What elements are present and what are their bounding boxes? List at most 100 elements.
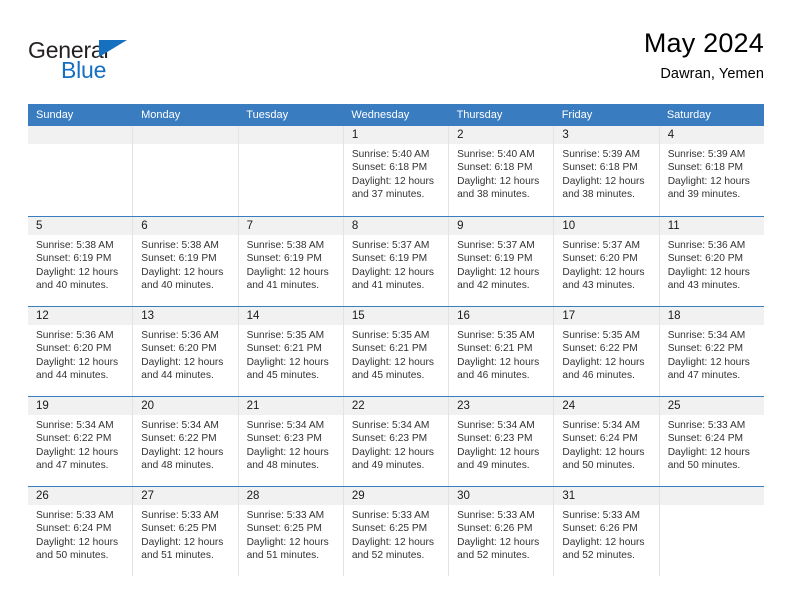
weekday-header-row: Sunday Monday Tuesday Wednesday Thursday… [28,104,764,126]
calendar-week-row: 5 Sunrise: 5:38 AM Sunset: 6:19 PM Daylight… [28,216,764,306]
day-number: 26 [28,487,133,505]
daylight-duration-line2: and 51 minutes. [246,550,320,562]
sunset-time: Sunset: 6:19 PM [457,253,533,265]
day-number: 24 [554,397,659,415]
daylight-duration-line2: and 38 minutes. [562,189,635,201]
daylight-duration-line1: Daylight: 12 hours [562,536,645,548]
sunset-time: Sunset: 6:20 PM [667,253,744,265]
calendar-day-cell[interactable]: 13 Sunrise: 5:36 AM Sunset: 6:20 PM Dayligh… [133,307,239,396]
daylight-duration-line2: and 49 minutes. [457,460,530,472]
calendar-day-cell[interactable]: 26 Sunrise: 5:33 AM Sunset: 6:24 PM Dayligh… [28,487,134,576]
sunrise-time: Sunrise: 5:40 AM [457,149,535,160]
day-number: 22 [343,397,449,415]
calendar-day-cell[interactable]: 4 Sunrise: 5:39 AM Sunset: 6:18 PM Daylight… [659,126,764,216]
day-number: 20 [133,397,238,415]
calendar-day-cell[interactable]: 10 Sunrise: 5:37 AM Sunset: 6:20 PM Dayligh… [554,217,660,306]
calendar-day-cell[interactable]: 16 Sunrise: 5:35 AM Sunset: 6:21 PM Dayligh… [449,307,555,396]
day-details: Sunrise: 5:35 AM Sunset: 6:22 PM Daylight:… [554,325,658,383]
calendar-day-cell[interactable]: 1 Sunrise: 5:40 AM Sunset: 6:18 PM Daylight… [343,126,450,216]
day-number: 14 [238,307,343,325]
sunrise-time: Sunrise: 5:35 AM [457,330,535,341]
calendar-day-cell[interactable]: 25 Sunrise: 5:33 AM Sunset: 6:24 PM Dayligh… [659,397,764,486]
day-details: Sunrise: 5:39 AM Sunset: 6:18 PM Daylight:… [554,144,658,202]
day-number: 31 [554,487,659,505]
sunset-time: Sunset: 6:23 PM [351,433,428,445]
daylight-duration-line2: and 44 minutes. [36,370,109,382]
calendar-day-cell[interactable]: 9 Sunrise: 5:37 AM Sunset: 6:19 PM Daylight… [449,217,555,306]
calendar-day-cell[interactable]: 28 Sunrise: 5:33 AM Sunset: 6:25 PM Dayligh… [238,487,344,576]
day-details: Sunrise: 5:33 AM Sunset: 6:26 PM Daylight:… [554,505,658,563]
day-number: 12 [28,307,133,325]
day-number [238,126,343,144]
calendar-week-row: 1 Sunrise: 5:40 AM Sunset: 6:18 PM Daylight… [28,126,764,216]
sunset-time: Sunset: 6:24 PM [36,523,112,535]
sunset-time: Sunset: 6:18 PM [351,162,428,174]
daylight-duration-line2: and 50 minutes. [562,460,635,472]
day-details: Sunrise: 5:36 AM Sunset: 6:20 PM Daylight:… [133,325,237,383]
daylight-duration-line2: and 48 minutes. [141,460,214,472]
calendar-day-cell[interactable]: 19 Sunrise: 5:34 AM Sunset: 6:22 PM Dayligh… [28,397,134,486]
daylight-duration-line2: and 42 minutes. [457,280,530,292]
calendar-day-cell[interactable]: 2 Sunrise: 5:40 AM Sunset: 6:18 PM Daylight… [449,126,555,216]
day-number: 9 [449,217,554,235]
daylight-duration-line1: Daylight: 12 hours [351,266,434,278]
day-details: Sunrise: 5:38 AM Sunset: 6:19 PM Daylight:… [239,235,343,293]
calendar-day-cell[interactable]: 8 Sunrise: 5:37 AM Sunset: 6:19 PM Daylight… [343,217,450,306]
calendar-day-cell[interactable]: 15 Sunrise: 5:35 AM Sunset: 6:21 PM Dayligh… [343,307,450,396]
page-header: General Blue May 2024 Dawran, Yemen [28,28,764,98]
calendar-day-cell[interactable]: 17 Sunrise: 5:35 AM Sunset: 6:22 PM Dayligh… [554,307,660,396]
calendar-day-cell[interactable]: 18 Sunrise: 5:34 AM Sunset: 6:22 PM Dayligh… [659,307,764,396]
daylight-duration-line1: Daylight: 12 hours [36,446,119,458]
calendar-day-cell[interactable]: 29 Sunrise: 5:33 AM Sunset: 6:25 PM Dayligh… [343,487,450,576]
sunrise-time: Sunrise: 5:36 AM [667,240,746,251]
calendar-day-cell[interactable]: 30 Sunrise: 5:33 AM Sunset: 6:26 PM Dayligh… [449,487,555,576]
sunset-time: Sunset: 6:22 PM [141,433,217,445]
daylight-duration-line1: Daylight: 12 hours [667,446,750,458]
sunset-time: Sunset: 6:23 PM [457,433,533,445]
weekday-thursday: Thursday [456,109,503,121]
calendar-day-cell[interactable]: 7 Sunrise: 5:38 AM Sunset: 6:19 PM Daylight… [238,217,344,306]
calendar-day-cell[interactable]: 12 Sunrise: 5:36 AM Sunset: 6:20 PM Dayligh… [28,307,134,396]
calendar-page: General Blue May 2024 Dawran, Yemen Sund… [0,0,792,612]
calendar-grid: Sunday Monday Tuesday Wednesday Thursday… [28,104,764,576]
general-blue-logo[interactable]: General Blue [28,28,158,84]
daylight-duration-line2: and 41 minutes. [246,280,320,292]
daylight-duration-line1: Daylight: 12 hours [141,266,224,278]
day-details: Sunrise: 5:40 AM Sunset: 6:18 PM Daylight:… [449,144,553,202]
day-number: 19 [28,397,133,415]
calendar-day-cell[interactable]: 31 Sunrise: 5:33 AM Sunset: 6:26 PM Dayligh… [554,487,660,576]
day-number: 1 [343,126,449,144]
daylight-duration-line1: Daylight: 12 hours [141,356,224,368]
calendar-day-cell[interactable]: 14 Sunrise: 5:35 AM Sunset: 6:21 PM Dayligh… [238,307,344,396]
day-details: Sunrise: 5:33 AM Sunset: 6:25 PM Daylight:… [239,505,343,563]
calendar-day-cell[interactable]: 21 Sunrise: 5:34 AM Sunset: 6:23 PM Dayligh… [238,397,344,486]
sunrise-time: Sunrise: 5:34 AM [457,420,535,431]
sunrise-time: Sunrise: 5:33 AM [457,510,535,521]
calendar-day-cell[interactable]: 22 Sunrise: 5:34 AM Sunset: 6:23 PM Dayligh… [343,397,450,486]
day-number: 23 [449,397,554,415]
day-details: Sunrise: 5:37 AM Sunset: 6:20 PM Daylight:… [554,235,658,293]
day-number: 16 [449,307,554,325]
day-number: 21 [238,397,343,415]
day-details: Sunrise: 5:34 AM Sunset: 6:23 PM Daylight:… [449,415,553,473]
daylight-duration-line1: Daylight: 12 hours [667,266,750,278]
day-number: 4 [659,126,764,144]
sunset-time: Sunset: 6:18 PM [457,162,533,174]
calendar-day-cell[interactable]: 20 Sunrise: 5:34 AM Sunset: 6:22 PM Dayligh… [133,397,239,486]
weekday-monday: Monday [141,109,181,121]
calendar-day-cell[interactable]: 23 Sunrise: 5:34 AM Sunset: 6:23 PM Dayligh… [449,397,555,486]
daylight-duration-line2: and 45 minutes. [351,370,425,382]
daylight-duration-line2: and 50 minutes. [667,460,741,472]
daylight-duration-line2: and 47 minutes. [667,370,741,382]
calendar-day-cell[interactable]: 24 Sunrise: 5:34 AM Sunset: 6:24 PM Dayligh… [554,397,660,486]
calendar-day-cell[interactable]: 27 Sunrise: 5:33 AM Sunset: 6:25 PM Dayligh… [133,487,239,576]
sunset-time: Sunset: 6:21 PM [246,343,322,355]
calendar-day-cell[interactable]: 6 Sunrise: 5:38 AM Sunset: 6:19 PM Daylight… [133,217,239,306]
weekday-wednesday: Wednesday [351,109,410,121]
sunset-time: Sunset: 6:20 PM [141,343,217,355]
calendar-day-cell[interactable]: 5 Sunrise: 5:38 AM Sunset: 6:19 PM Daylight… [28,217,134,306]
calendar-day-cell[interactable]: 11 Sunrise: 5:36 AM Sunset: 6:20 PM Dayligh… [659,217,764,306]
daylight-duration-line1: Daylight: 12 hours [246,446,329,458]
sunrise-time: Sunrise: 5:40 AM [351,149,430,160]
calendar-day-cell[interactable]: 3 Sunrise: 5:39 AM Sunset: 6:18 PM Daylight… [554,126,660,216]
